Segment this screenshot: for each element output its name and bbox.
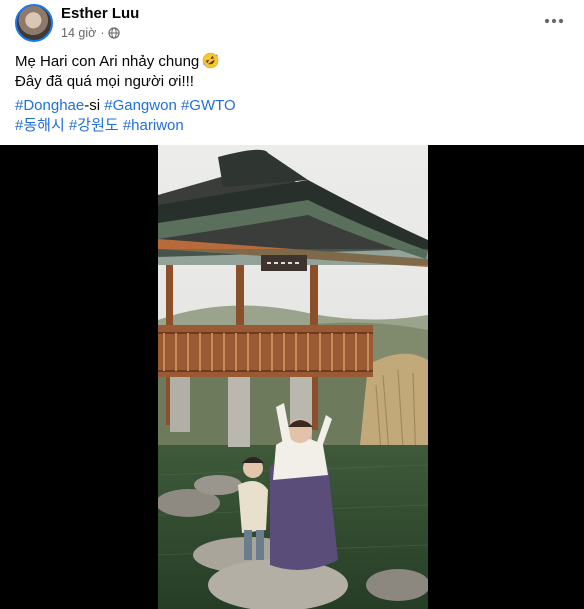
author-name[interactable]: Esther Luu: [61, 5, 139, 22]
hashtag-suffix-text: -si: [84, 97, 101, 114]
hashtag-block: #Donghae-si #Gangwon #GWTO #동해시 #강원도 #ha…: [15, 96, 570, 136]
meta-separator: ·: [100, 26, 105, 40]
hashtag-gwto[interactable]: #GWTO: [181, 97, 236, 114]
post-timestamp[interactable]: 14 giờ: [61, 26, 96, 40]
more-options-icon: [544, 18, 564, 24]
author-avatar[interactable]: [15, 4, 53, 42]
post-meta: 14 giờ ·: [61, 25, 121, 41]
hashtag-row-1: #Donghae-si #Gangwon #GWTO: [15, 96, 570, 116]
hashtag-donghae[interactable]: #Donghae: [15, 97, 84, 114]
hashtag-gangwon[interactable]: #Gangwon: [104, 97, 177, 114]
caption-text-1: Mẹ Hari con Ari nhảy chung: [15, 53, 200, 70]
video-player[interactable]: [0, 145, 584, 609]
globe-icon[interactable]: [108, 27, 121, 39]
caption-line-1: Mẹ Hari con Ari nhảy chung: [15, 52, 570, 72]
rolling-on-floor-laughing-emoji-icon: [202, 52, 219, 69]
hashtag-row-2: #동해시 #강원도 #hariwon: [15, 116, 570, 136]
video-frame[interactable]: [158, 145, 428, 609]
hashtag-gangwon-do-korean[interactable]: #강원도: [69, 117, 119, 134]
hashtag-hariwon[interactable]: #hariwon: [123, 117, 184, 134]
post-caption: Mẹ Hari con Ari nhảy chung Đây đã quá mọ…: [15, 52, 570, 92]
caption-line-2: Đây đã quá mọi người ơi!!!: [15, 73, 194, 90]
hashtag-donghae-si-korean[interactable]: #동해시: [15, 117, 65, 134]
post-header: Esther Luu 14 giờ ·: [0, 0, 584, 45]
more-options-button[interactable]: [536, 6, 572, 36]
